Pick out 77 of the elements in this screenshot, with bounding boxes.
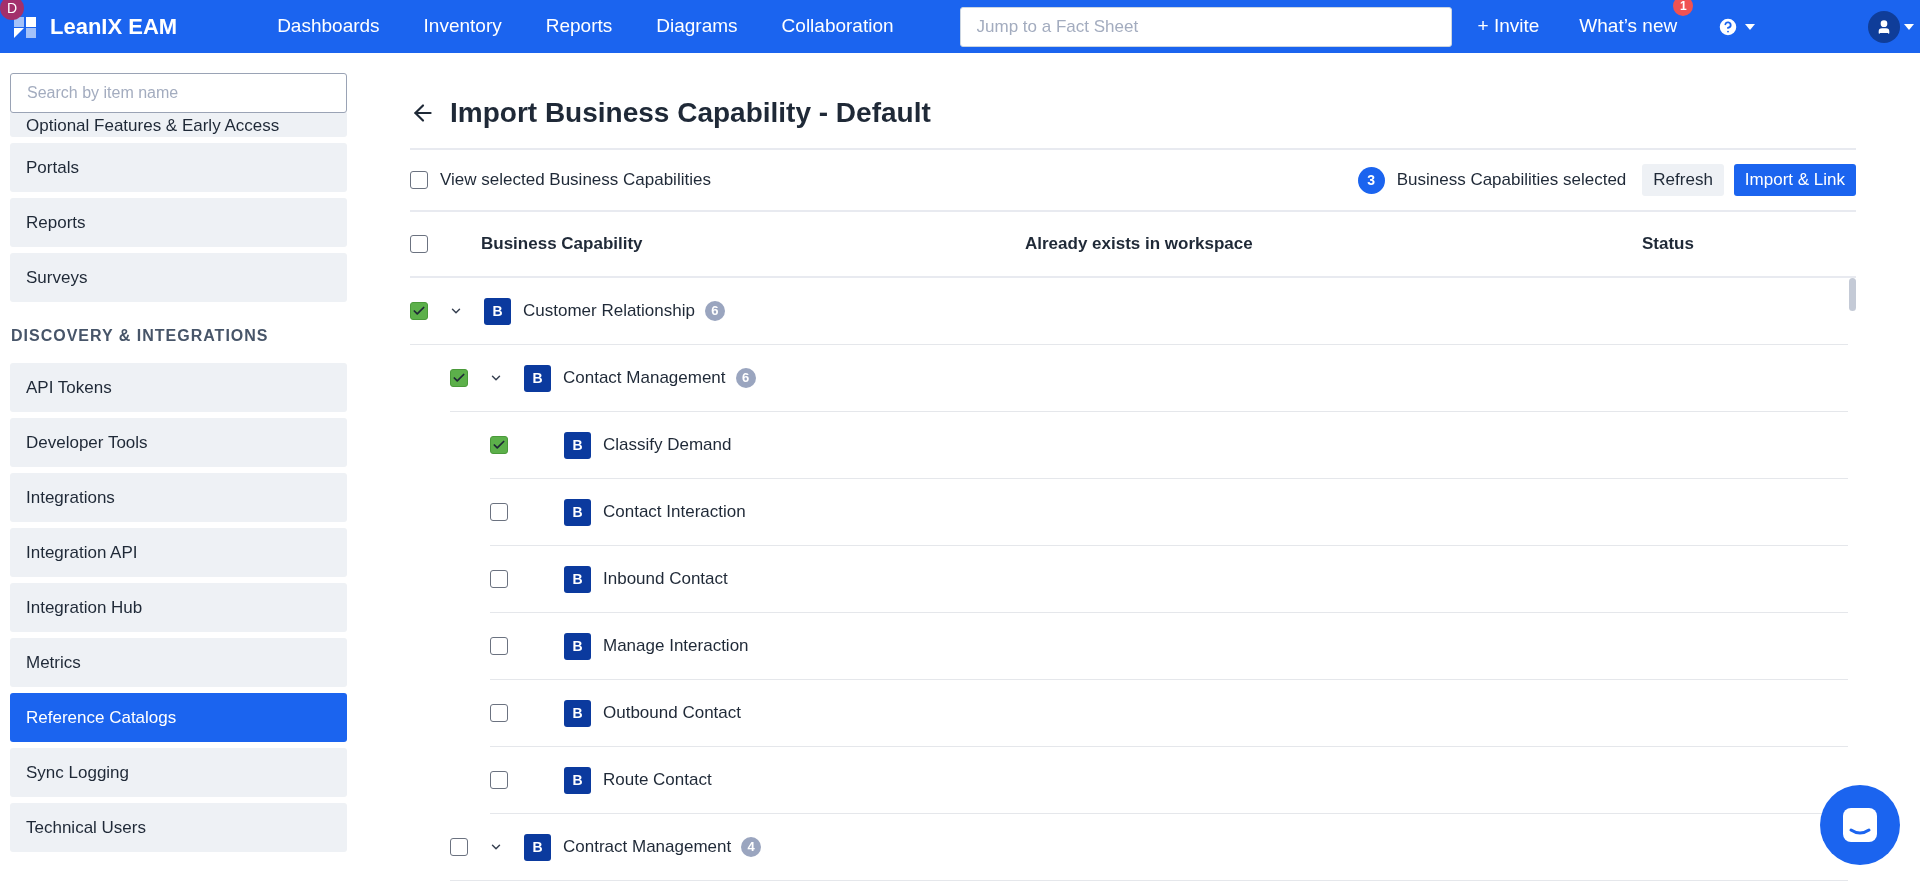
fact-sheet-search-field[interactable]: Jump to a Fact Sheet — [959, 6, 1452, 47]
caret-icon[interactable] — [1745, 23, 1756, 30]
child-count: 4 — [741, 837, 762, 857]
help-icon[interactable] — [1717, 15, 1740, 38]
nav-link[interactable]: Reports — [545, 12, 613, 41]
capability-name: Inbound Contact — [603, 568, 728, 591]
capability-name: Classify Demand — [603, 434, 732, 457]
selected-label: Business Capabilities selected — [1396, 169, 1627, 192]
capability-name: Contact Management — [563, 367, 726, 390]
nav-link[interactable]: Dashboards — [277, 12, 380, 41]
type-badge: B — [564, 565, 591, 593]
view-selected-label: View selected Business Capabilities — [440, 169, 711, 192]
nav-link[interactable]: Collaboration — [781, 12, 894, 41]
checkbox[interactable] — [410, 302, 428, 320]
caret-icon[interactable] — [1904, 23, 1914, 30]
notification-badge: 1 — [1673, 0, 1694, 17]
check-icon — [492, 438, 506, 452]
page-title: Import Business Capability - Default — [450, 96, 931, 130]
capability-name: Contact Interaction — [603, 501, 746, 524]
sidebar-item[interactable]: Portals — [10, 143, 347, 192]
type-badge: B — [564, 431, 591, 459]
nav-link[interactable]: Inventory — [423, 12, 502, 41]
scrollbar-thumb[interactable] — [1849, 278, 1856, 311]
type-badge: B — [524, 364, 551, 392]
sidebar-item[interactable]: API Tokens — [10, 363, 347, 412]
import-link-button[interactable]: Import & Link — [1733, 164, 1856, 196]
selected-count-badge: 3 — [1357, 166, 1385, 194]
child-count: 6 — [735, 368, 756, 388]
column-header: Already exists in workspace — [1025, 233, 1254, 256]
sidebar-item[interactable]: Integration API — [10, 528, 347, 577]
user-badge: D — [0, 0, 24, 20]
column-header: Business Capability — [481, 233, 644, 256]
person-icon — [1876, 18, 1892, 35]
sidebar-item[interactable]: Reference Catalogs — [10, 693, 347, 742]
whats-new-link[interactable]: What’s new — [1579, 15, 1678, 37]
refresh-button[interactable]: Refresh — [1642, 164, 1724, 196]
checkbox[interactable] — [410, 235, 428, 253]
checkbox[interactable] — [410, 171, 428, 189]
sidebar-item[interactable]: Technical Users — [10, 803, 347, 852]
checkbox[interactable] — [450, 369, 468, 387]
checkbox[interactable] — [490, 503, 508, 521]
checkbox[interactable] — [490, 436, 508, 454]
type-badge: B — [564, 498, 591, 526]
capability-name: Route Contact — [603, 769, 712, 792]
brand-name: LeanIX EAM — [50, 13, 178, 41]
type-badge: B — [564, 632, 591, 660]
sidebar-item[interactable]: Surveys — [10, 253, 347, 302]
section-heading: DISCOVERY & INTEGRATIONS — [10, 326, 270, 346]
sidebar-item[interactable]: Developer Tools — [10, 418, 347, 467]
capability-name: Customer Relationship — [523, 300, 695, 323]
checkbox[interactable] — [450, 838, 468, 856]
sidebar-item[interactable]: Optional Features & Early Access — [10, 111, 347, 137]
type-badge: B — [524, 833, 551, 861]
chat-icon — [1841, 806, 1879, 844]
sidebar-item[interactable]: Reports — [10, 198, 347, 247]
checkbox[interactable] — [490, 570, 508, 588]
column-header: Status — [1642, 233, 1694, 256]
sidebar-item[interactable]: Sync Logging — [10, 748, 347, 797]
nav-link[interactable]: Diagrams — [656, 12, 738, 41]
check-icon — [412, 304, 426, 318]
type-badge: B — [564, 766, 591, 794]
checkbox[interactable] — [490, 771, 508, 789]
invite-link[interactable]: + Invite — [1477, 12, 1540, 41]
type-badge: B — [564, 699, 591, 727]
type-badge: B — [484, 297, 511, 325]
sidebar-item[interactable]: Metrics — [10, 638, 347, 687]
checkbox[interactable] — [490, 637, 508, 655]
sidebar-item[interactable]: Integrations — [10, 473, 347, 522]
checkbox[interactable] — [490, 704, 508, 722]
sidebar-item[interactable]: Integration Hub — [10, 583, 347, 632]
child-count: 6 — [704, 301, 725, 321]
capability-name: Manage Interaction — [603, 635, 749, 658]
capability-name: Contract Management — [563, 836, 732, 859]
sidebar-search-field[interactable]: Search by item name — [10, 73, 347, 113]
user-avatar[interactable] — [1868, 10, 1900, 43]
capability-name: Outbound Contact — [603, 702, 741, 725]
check-icon — [452, 371, 466, 385]
